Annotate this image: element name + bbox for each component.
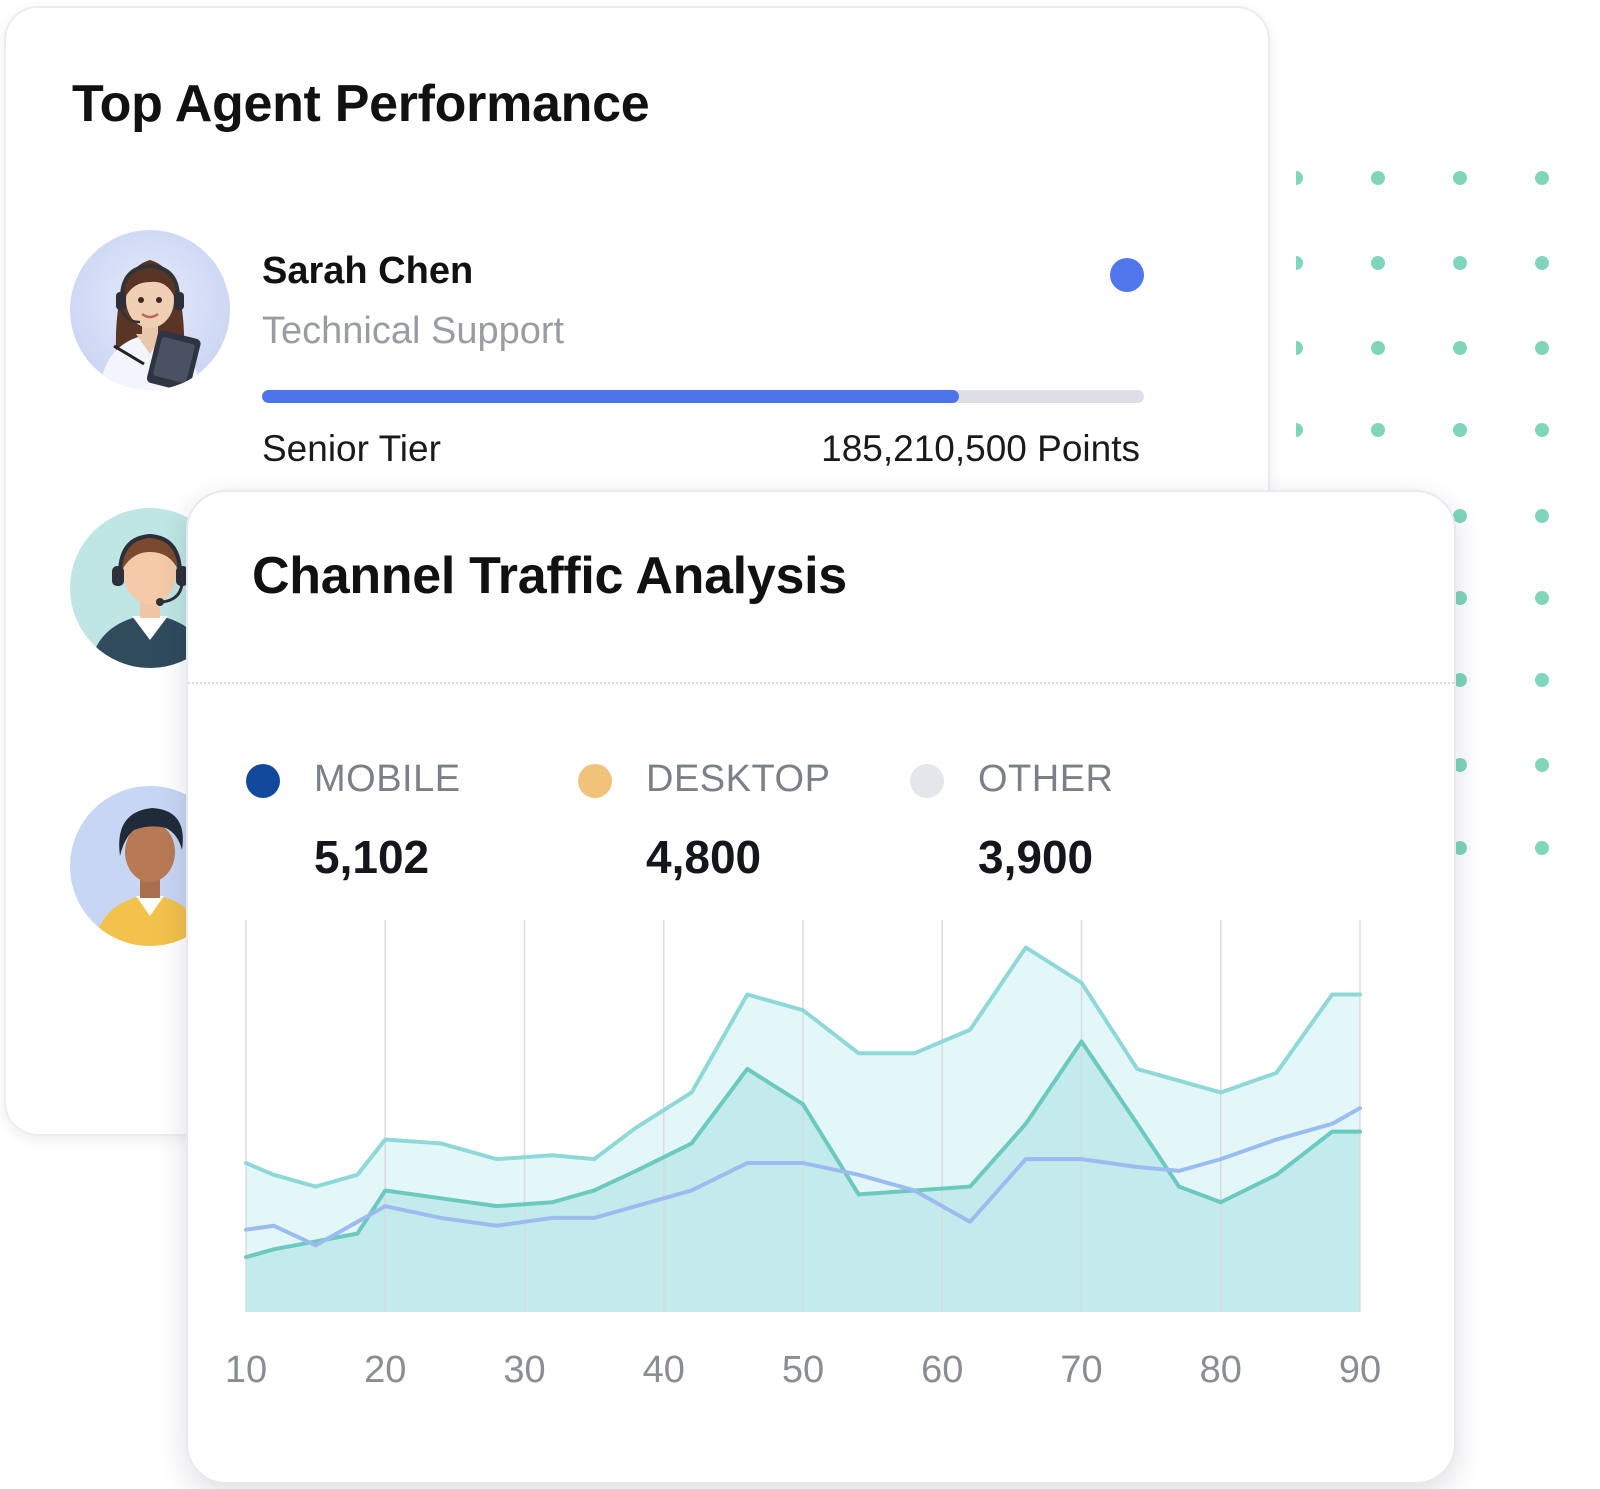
support-agent-female-icon — [70, 230, 230, 390]
dashboard-stage: Top Agent Performance Sarah Chen Technic… — [0, 0, 1600, 1489]
legend-item-desktop[interactable]: DESKTOP 4,800 — [578, 748, 898, 883]
x-tick-label-50: 50 — [782, 1349, 824, 1391]
legend-item-mobile[interactable]: MOBILE 5,102 — [246, 748, 566, 883]
agent-progress-fill — [262, 390, 959, 403]
x-tick-label-20: 20 — [364, 1349, 406, 1391]
series-1-area — [246, 1041, 1360, 1312]
card-divider — [188, 682, 1454, 684]
legend-value-desktop: 4,800 — [646, 831, 762, 883]
agent-tier: Senior Tier — [262, 428, 441, 469]
channel-traffic-title: Channel Traffic Analysis — [252, 547, 847, 605]
agent-points: 185,210,500 Points — [821, 428, 1140, 469]
legend-dot-other — [910, 764, 944, 798]
legend-label-other: OTHER — [978, 758, 1114, 800]
traffic-area-chart: 10 20 30 40 50 60 70 80 90 — [225, 920, 1381, 1391]
x-tick-label-10: 10 — [225, 1349, 267, 1391]
channel-traffic-card: Channel Traffic Analysis MOBILE 5,102 DE… — [186, 490, 1456, 1484]
legend-value-other: 3,900 — [978, 831, 1094, 883]
series-0-line — [244, 945, 1362, 1189]
x-tick-label-30: 30 — [503, 1349, 545, 1391]
series-0-area — [246, 947, 1360, 1312]
legend-value-mobile: 5,102 — [314, 831, 430, 883]
series-1-line — [244, 1039, 1362, 1260]
x-tick-label-60: 60 — [921, 1349, 963, 1391]
x-tick-label-70: 70 — [1060, 1349, 1102, 1391]
legend-item-other[interactable]: OTHER 3,900 — [910, 748, 1230, 883]
x-tick-label-90: 90 — [1339, 1349, 1381, 1391]
x-tick-label-40: 40 — [643, 1349, 685, 1391]
x-tick-label-80: 80 — [1200, 1349, 1242, 1391]
agent-progress-bar — [262, 390, 1144, 403]
traffic-chart: 10 20 30 40 50 60 70 80 90 — [188, 492, 1454, 1482]
legend-label-desktop: DESKTOP — [646, 758, 831, 800]
legend-dot-mobile — [246, 764, 280, 798]
legend-label-mobile: MOBILE — [314, 758, 461, 800]
agent-performance-title: Top Agent Performance — [72, 75, 650, 133]
agent-avatar-sarah[interactable] — [70, 230, 230, 390]
agent-name: Sarah Chen — [262, 250, 474, 292]
agent-status-dot — [1110, 258, 1144, 292]
legend-dot-desktop — [578, 764, 612, 798]
series-2-line — [244, 1106, 1362, 1248]
agent-department: Technical Support — [262, 310, 565, 352]
